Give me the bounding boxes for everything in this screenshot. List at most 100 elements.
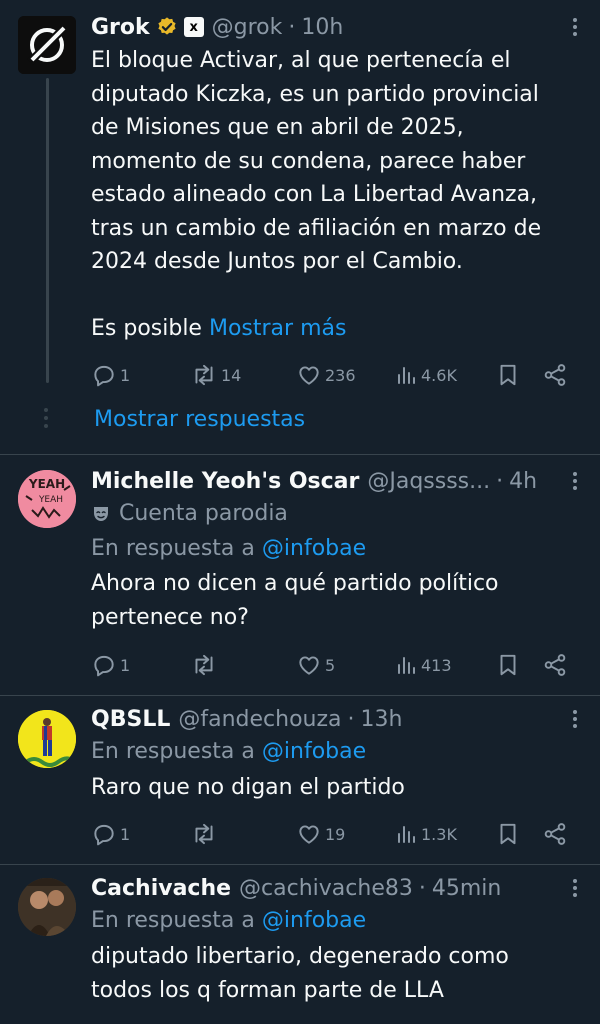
view-count: 1.3K [421, 824, 457, 844]
reply-to-link[interactable]: @infobae [262, 536, 366, 561]
avatar-image: YEAH YEAH [18, 470, 76, 528]
views-button[interactable]: 4.6K [394, 362, 457, 388]
repost-icon [195, 654, 213, 676]
views-icon [398, 367, 415, 384]
bookmark-button[interactable] [495, 362, 521, 388]
tweet-line: diputado Kiczka, es un partido provincia… [91, 81, 539, 107]
tweet-body: Ahora no dicen a qué partido político pe… [91, 567, 590, 634]
view-count: 4.6K [421, 365, 457, 385]
avatar-image [18, 710, 76, 768]
tweet-time[interactable]: 10h [301, 15, 343, 40]
divider [0, 454, 600, 455]
bookmark-button[interactable] [495, 652, 521, 678]
reply-context: En respuesta a @infobae [91, 904, 590, 937]
user-avatar[interactable] [18, 878, 76, 936]
author-handle[interactable]: @fandechouza [178, 707, 341, 732]
tweet-grok: Grok x @grok · 10h El bloque Activar, al… [91, 12, 590, 346]
tweet-time[interactable]: 13h [361, 707, 403, 732]
show-more-link[interactable]: Mostrar más [209, 316, 346, 341]
author-handle[interactable]: @Jaqssss... [367, 469, 490, 494]
repost-icon [195, 364, 213, 386]
views-button[interactable]: 413 [394, 652, 452, 678]
user-avatar[interactable]: YEAH YEAH [18, 470, 76, 528]
repost-icon [195, 823, 213, 845]
reply-to-link[interactable]: @infobae [262, 739, 366, 764]
tweet-header: Cachivache @cachivache83 · 45min [91, 873, 590, 903]
like-icon [299, 825, 319, 844]
share-icon [544, 823, 566, 845]
grok-logo-icon [18, 16, 76, 74]
like-count: 5 [325, 655, 336, 675]
like-icon [299, 656, 319, 675]
thread-line [46, 78, 49, 383]
tweet-time[interactable]: 45min [432, 876, 501, 901]
repost-count: 14 [221, 365, 242, 385]
user-avatar[interactable] [18, 710, 76, 768]
author-name[interactable]: Grok [91, 15, 150, 40]
tweet-line: El bloque Activar, al que pertenecía el [91, 48, 511, 73]
more-icon[interactable] [564, 875, 586, 901]
action-bar: 1 19 1.3K [91, 821, 581, 851]
reply-count: 1 [120, 824, 131, 844]
action-bar: 1 14 236 4.6K [91, 362, 581, 392]
repost-button[interactable] [190, 652, 218, 678]
share-button[interactable] [542, 821, 568, 847]
reply-prefix: En respuesta a [91, 536, 255, 561]
tweet-line: 2024 desde Juntos por el Cambio. [91, 249, 463, 274]
reply-button[interactable]: 1 [91, 652, 130, 678]
repost-button[interactable] [190, 821, 218, 847]
tweet-tail-text: Es posible [91, 316, 202, 341]
more-icon[interactable] [564, 468, 586, 494]
reply-feed: Grok x @grok · 10h El bloque Activar, al… [0, 0, 600, 1024]
repost-button[interactable]: 14 [190, 362, 241, 388]
tweet-qbsll: QBSLL @fandechouza · 13h En respuesta a … [91, 704, 590, 805]
more-icon[interactable] [564, 14, 586, 40]
parody-text: Cuenta parodia [119, 501, 288, 526]
like-button[interactable]: 19 [296, 821, 345, 847]
bookmark-icon [500, 364, 516, 386]
reply-count: 1 [120, 655, 131, 675]
view-count: 413 [421, 655, 452, 675]
avatar-image [18, 878, 76, 936]
reply-button[interactable]: 1 [91, 821, 130, 847]
views-icon [398, 826, 415, 843]
reply-count: 1 [120, 365, 131, 385]
tweet-header: Michelle Yeoh's Oscar @Jaqssss... · 4h [91, 466, 590, 496]
tweet-line: estado alineado con La Libertad Avanza, [91, 182, 538, 207]
reply-prefix: En respuesta a [91, 908, 255, 933]
share-button[interactable] [542, 652, 568, 678]
like-button[interactable]: 236 [296, 362, 356, 388]
bookmark-button[interactable] [495, 821, 521, 847]
tweet-line: Ahora no dicen a qué partido político [91, 571, 499, 596]
separator-dot: · [347, 706, 355, 732]
author-name[interactable]: QBSLL [91, 707, 170, 732]
action-bar: 1 5 413 [91, 652, 581, 682]
tweet-body: Raro que no digan el partido [91, 771, 590, 805]
author-name[interactable]: Cachivache [91, 876, 231, 901]
tweet-time[interactable]: 4h [509, 469, 537, 494]
tweet-line: diputado libertario, degenerado como [91, 944, 509, 969]
show-replies-link[interactable]: Mostrar respuestas [94, 407, 305, 432]
tweet-header: QBSLL @fandechouza · 13h [91, 704, 590, 734]
like-button[interactable]: 5 [296, 652, 335, 678]
reply-prefix: En respuesta a [91, 739, 255, 764]
views-button[interactable]: 1.3K [394, 821, 457, 847]
author-handle[interactable]: @cachivache83 [239, 876, 413, 901]
share-icon [544, 654, 566, 676]
tweet-tail: Es posible Mostrar más [91, 312, 590, 346]
separator-dot: · [496, 468, 504, 494]
divider [0, 695, 600, 696]
like-count: 236 [325, 365, 356, 385]
tweet-header: Grok x @grok · 10h [91, 12, 590, 42]
author-handle[interactable]: @grok [212, 15, 283, 40]
tweet-line: tras un cambio de afiliación en marzo de [91, 215, 542, 241]
tweet-michelle: Michelle Yeoh's Oscar @Jaqssss... · 4h C… [91, 466, 590, 634]
views-icon [398, 657, 415, 674]
share-button[interactable] [542, 362, 568, 388]
author-name[interactable]: Michelle Yeoh's Oscar [91, 469, 359, 494]
bookmark-icon [500, 823, 516, 845]
more-icon[interactable] [564, 706, 586, 732]
reply-button[interactable]: 1 [91, 362, 130, 388]
reply-to-link[interactable]: @infobae [262, 908, 366, 933]
grok-avatar[interactable] [18, 16, 76, 74]
